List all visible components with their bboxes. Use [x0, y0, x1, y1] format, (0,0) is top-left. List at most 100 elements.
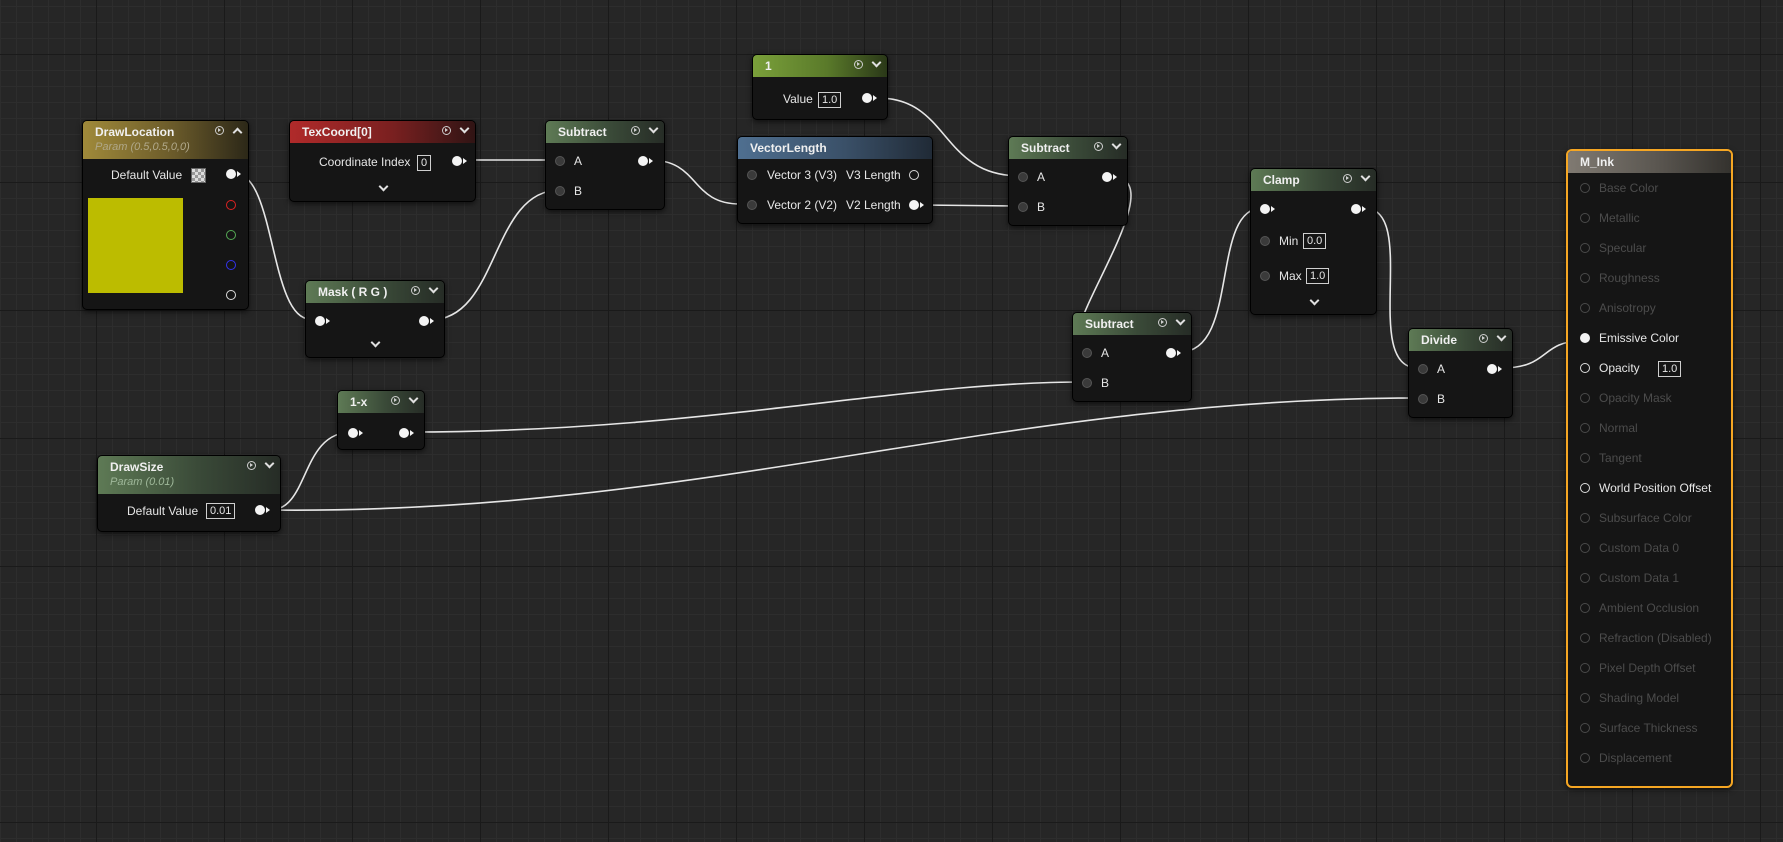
pin-output-rgba[interactable]	[226, 169, 241, 179]
pin-input-custom-data-0[interactable]	[1580, 543, 1590, 553]
pin-output-b[interactable]	[226, 260, 236, 270]
chevron-down-icon[interactable]	[264, 460, 274, 470]
pin-input-max[interactable]	[1260, 271, 1270, 281]
pin-input-b[interactable]	[555, 186, 565, 196]
chevron-down-icon[interactable]	[1360, 173, 1370, 183]
pin-input-a[interactable]	[1082, 348, 1092, 358]
pin-output-v2[interactable]	[909, 200, 924, 210]
node-subtract-3[interactable]: Subtract A B	[1072, 312, 1192, 402]
preview-toggle-icon[interactable]	[1343, 173, 1352, 183]
pin-input-specular[interactable]	[1580, 243, 1590, 253]
pin-input-custom-data-1[interactable]	[1580, 573, 1590, 583]
preview-toggle-icon[interactable]	[442, 125, 451, 135]
pin-output-g[interactable]	[226, 230, 236, 240]
preview-toggle-icon[interactable]	[854, 59, 863, 69]
pin-input-metallic[interactable]	[1580, 213, 1590, 223]
preview-toggle-icon[interactable]	[631, 125, 640, 135]
pin-output[interactable]	[419, 316, 434, 326]
pin-input-ambient-occlusion[interactable]	[1580, 603, 1590, 613]
pin-input-v3[interactable]	[747, 170, 757, 180]
node-clamp[interactable]: Clamp Min 0.0 Max 1.0	[1250, 168, 1377, 315]
default-value-field[interactable]: 0.01	[206, 503, 236, 519]
pin-output-r[interactable]	[226, 200, 236, 210]
preview-toggle-icon[interactable]	[391, 395, 400, 405]
preview-toggle-icon[interactable]	[1094, 141, 1103, 151]
pin-output-v3[interactable]	[909, 170, 919, 180]
node-title: TexCoord[0]	[302, 125, 372, 139]
pin-output[interactable]	[638, 156, 653, 166]
pin-output[interactable]	[399, 428, 414, 438]
coordinate-index-field[interactable]: 0	[417, 155, 432, 171]
pin-input[interactable]	[348, 428, 363, 438]
preview-toggle-icon[interactable]	[1158, 317, 1167, 327]
node-divide[interactable]: Divide A B	[1408, 328, 1513, 418]
node-drawlocation[interactable]: DrawLocation Param (0.5,0.5,0,0) Default…	[82, 120, 249, 310]
pin-output[interactable]	[452, 156, 467, 166]
material-input-label: Pixel Depth Offset	[1599, 661, 1696, 675]
pin-input-a[interactable]	[1018, 172, 1028, 182]
node-one-minus[interactable]: 1-x	[337, 390, 425, 450]
pin-output[interactable]	[1351, 204, 1366, 214]
pin-input-opacity[interactable]	[1580, 363, 1590, 373]
pin-input-world-position-offset[interactable]	[1580, 483, 1590, 493]
preview-toggle-icon[interactable]	[411, 285, 420, 295]
pin-input-b[interactable]	[1082, 378, 1092, 388]
pin-input-base-color[interactable]	[1580, 183, 1590, 193]
pin-input-b[interactable]	[1418, 394, 1428, 404]
pin-input-displacement[interactable]	[1580, 753, 1590, 763]
pin-output-a[interactable]	[226, 290, 236, 300]
expand-chevron-icon[interactable]	[378, 183, 388, 193]
pin-input-min[interactable]	[1260, 236, 1270, 246]
node-texcoord[interactable]: TexCoord[0] Coordinate Index 0	[289, 120, 476, 202]
pin-input-roughness[interactable]	[1580, 273, 1590, 283]
material-input-value-field[interactable]: 1.0	[1658, 361, 1682, 377]
pin-input-a[interactable]	[555, 156, 565, 166]
expand-chevron-icon[interactable]	[370, 339, 380, 349]
pin-input-surface-thickness[interactable]	[1580, 723, 1590, 733]
pin-input-subsurface-color[interactable]	[1580, 513, 1590, 523]
pin-input-b[interactable]	[1018, 202, 1028, 212]
pin-input[interactable]	[1260, 204, 1275, 214]
chevron-down-icon[interactable]	[871, 59, 881, 69]
pin-input-tangent[interactable]	[1580, 453, 1590, 463]
node-mask-rg[interactable]: Mask ( R G )	[305, 280, 445, 358]
preview-toggle-icon[interactable]	[247, 460, 256, 470]
material-graph-canvas[interactable]: DrawLocation Param (0.5,0.5,0,0) Default…	[0, 0, 1783, 842]
preview-toggle-icon[interactable]	[215, 125, 224, 135]
pin-input-shading-model[interactable]	[1580, 693, 1590, 703]
pin-output[interactable]	[1102, 172, 1117, 182]
pin-input-pixel-depth-offset[interactable]	[1580, 663, 1590, 673]
min-field[interactable]: 0.0	[1303, 233, 1327, 249]
pin-input-emissive-color[interactable]	[1580, 333, 1590, 343]
pin-input-v2[interactable]	[747, 200, 757, 210]
pin-output[interactable]	[1166, 348, 1181, 358]
pin-input-opacity-mask[interactable]	[1580, 393, 1590, 403]
value-field[interactable]: 1.0	[818, 92, 842, 108]
node-material-output[interactable]: M_Ink Base Color Metallic Specular Roughnes…	[1566, 149, 1733, 788]
pin-output[interactable]	[255, 505, 270, 515]
pin-input[interactable]	[315, 316, 330, 326]
chevron-down-icon[interactable]	[1175, 317, 1185, 327]
pin-input-anisotropy[interactable]	[1580, 303, 1590, 313]
chevron-down-icon[interactable]	[428, 285, 438, 295]
node-vectorlength[interactable]: VectorLength Vector 3 (V3) V3 Length Vec…	[737, 136, 933, 224]
node-subtract-1[interactable]: Subtract A B	[545, 120, 665, 210]
node-drawsize[interactable]: DrawSize Param (0.01) Default Value 0.01	[97, 455, 281, 532]
pin-input-refraction-disabled[interactable]	[1580, 633, 1590, 643]
preview-toggle-icon[interactable]	[1479, 333, 1488, 343]
chevron-down-icon[interactable]	[408, 395, 418, 405]
node-subtract-2[interactable]: Subtract A B	[1008, 136, 1128, 226]
chevron-down-icon[interactable]	[648, 125, 658, 135]
chevron-down-icon[interactable]	[1111, 141, 1121, 151]
max-field[interactable]: 1.0	[1306, 268, 1330, 284]
pin-output[interactable]	[1487, 364, 1502, 374]
pin-output[interactable]	[862, 93, 877, 103]
node-constant-1[interactable]: 1 Value 1.0	[752, 54, 888, 120]
pin-input-a[interactable]	[1418, 364, 1428, 374]
color-picker-swatch[interactable]	[191, 168, 206, 183]
chevron-down-icon[interactable]	[459, 125, 469, 135]
expand-chevron-icon[interactable]	[1309, 297, 1319, 307]
chevron-up-icon[interactable]	[232, 125, 242, 135]
chevron-down-icon[interactable]	[1496, 333, 1506, 343]
pin-input-normal[interactable]	[1580, 423, 1590, 433]
